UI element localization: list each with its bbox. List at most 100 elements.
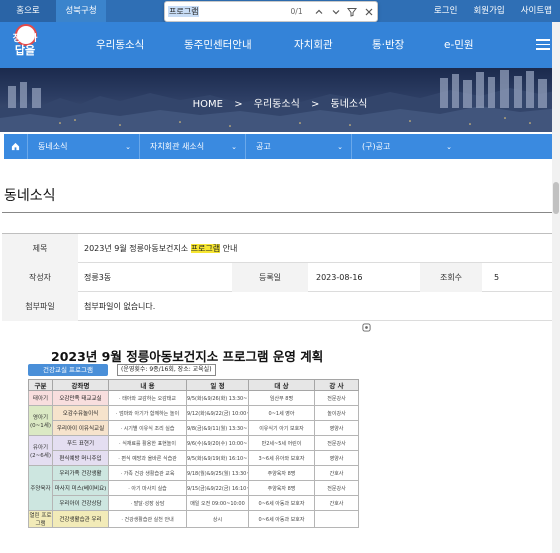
post-subject-row: 제목 2023년 9월 정릉아동보건지소 프로그램 안내 [2, 233, 556, 263]
poster-header: 대 상 [248, 379, 315, 391]
poster-header: 일 정 [186, 379, 249, 391]
subnav-select-old-notice[interactable]: (구)공고 ⌄ [352, 134, 460, 159]
subnav-select-news[interactable]: 동네소식 ⌄ [28, 134, 140, 159]
poster-target: 임산부 8명 [248, 390, 315, 406]
poster-program: 마사지 미스(베이비요) [52, 480, 109, 496]
subject-label: 제목 [2, 233, 78, 263]
page-title: 동네소식 [4, 188, 56, 204]
poster-content: · 건강생활습관 실천 안내 [108, 510, 187, 528]
program-poster-image: 2023년 9월 정릉아동보건지소 프로그램 운영 계획 건강교실 프로그램 (… [25, 340, 360, 553]
post-views: 5 [494, 272, 500, 282]
nav-item-center[interactable]: 동주민센터안내 [160, 22, 280, 68]
sitemap-link[interactable]: 사이트맵 [513, 0, 560, 22]
poster-row: 우리아이 건강상담 · 발달·성장 상담 매일 오전 09:00~10:00 0… [29, 495, 359, 511]
poster-target: 0~6세 아동과 보호자 [248, 495, 315, 511]
find-match-count: 0/1 [290, 7, 303, 16]
poster-target: 0~1세 영아 [248, 405, 315, 421]
chevron-up-icon[interactable] [311, 3, 328, 21]
date-label: 등록일 [232, 262, 308, 292]
seongbuk-gu-link[interactable]: 성북구청 [56, 0, 106, 22]
poster-group: 영아기 (0~1세) [28, 405, 53, 436]
poster-group: 태아기 [28, 390, 53, 406]
poster-group: 주양육자 [28, 465, 53, 511]
chevron-down-icon: ⌄ [231, 142, 237, 151]
views-label: 조회수 [420, 262, 482, 292]
breadcrumb-home[interactable]: HOME [193, 99, 223, 110]
scrollbar-thumb[interactable] [553, 182, 559, 214]
poster-teacher [314, 510, 359, 528]
main-nav: 우리동소식 동주민센터안내 자치회관 통·반장 e-민원 [78, 22, 510, 68]
poster-content: · 시기별 이유식 조리 실습 [108, 420, 187, 436]
poster-teacher: 전문강사 [314, 480, 359, 496]
poster-teacher: 영양사 [314, 450, 359, 466]
subnav-select-autonomy[interactable]: 자치회관 새소식 ⌄ [140, 134, 246, 159]
expand-image-icon[interactable] [362, 323, 371, 332]
find-input[interactable]: 프로그램 [168, 4, 282, 19]
poster-schedule: 9/18(월)&9/25(월) 13:30~14:30 [186, 465, 249, 481]
poster-schedule: 9/5(화)&9/19(화) 16:10~17:10 [186, 450, 249, 466]
poster-row: 편식예방 머니주입 · 편식 예방과 올바른 식습관 9/5(화)&9/19(화… [29, 450, 359, 466]
find-highlight: 프로그램 [190, 243, 221, 253]
chevron-down-icon[interactable] [327, 3, 344, 21]
home-icon[interactable] [4, 134, 28, 159]
poster-target: 이유식기 아기 보호자 [248, 420, 315, 436]
subnav-select-notice[interactable]: 공고 ⌄ [246, 134, 352, 159]
poster-schedule: 9/12(화)&9/22(금) 10:00~12:00 [186, 405, 249, 421]
poster-header: 구분 [28, 379, 53, 391]
breadcrumb-level1[interactable]: 우리동소식 [254, 99, 300, 110]
poster-schedule: 9/5(화)&9/26(화) 13:30~15:30 [186, 390, 249, 406]
poster-program: 우리아이 건강상담 [52, 495, 109, 511]
logo[interactable]: 정릉아 답을 [2, 24, 48, 68]
poster-header: 강좌명 [52, 379, 109, 391]
poster-schedule: 9/6(수)&9/20(수) 10:00~10:40 [186, 435, 249, 451]
poster-program: 오감수유놀이식 [52, 405, 109, 421]
nav-item-news[interactable]: 우리동소식 [78, 22, 160, 68]
page-scrollbar[interactable] [552, 22, 560, 553]
poster-program: 우리가족 건강생활 [52, 465, 109, 481]
poster-program: 푸드 표현기 [52, 435, 109, 451]
poster-row: 태아기 오감만족 태교교실 · 태아와 교감하는 오감태교 9/5(화)&9/2… [28, 390, 359, 406]
poster-content: · 엄마와 아기가 함께하는 놀이 [108, 405, 187, 421]
breadcrumb: HOME > 우리동소식 > 동네소식 [0, 95, 560, 110]
poster-row: 주양육자 우리가족 건강생활 · 가족 건강 생활습관 교육 9/18(월)&9… [28, 465, 359, 511]
poster-row: 영아기 (0~1세) 오감수유놀이식 · 엄마와 아기가 함께하는 놀이 9/1… [28, 405, 359, 436]
poster-target: 주양육자 8명 [248, 465, 315, 481]
poster-program: 편식예방 머니주입 [52, 450, 109, 466]
poster-content: · 편식 예방과 올바른 식습관 [108, 450, 187, 466]
attachment-value: 첨부파일이 없습니다. [84, 301, 156, 311]
poster-schedule: 9/15(금)&9/22(금) 16:10~17:10 [186, 480, 249, 496]
poster-table: 구분 강좌명 내 용 일 정 대 상 강 사 태아기 오감만족 태교교실 · 태… [28, 379, 359, 528]
sub-nav: 동네소식 ⌄ 자치회관 새소식 ⌄ 공고 ⌄ (구)공고 ⌄ [4, 134, 552, 159]
close-icon[interactable] [360, 3, 377, 21]
nav-item-autonomy[interactable]: 자치회관 [280, 22, 362, 68]
post-date: 2023-08-16 [316, 272, 363, 282]
find-in-page-bar: 프로그램 0/1 [164, 1, 378, 22]
post-meta-row: 작성자 정릉3동 등록일 2023-08-16 조회수 5 [2, 262, 556, 292]
nav-item-tongban[interactable]: 통·반장 [362, 22, 440, 68]
poster-target: 0~6세 아동과 보호자 [248, 510, 315, 528]
chevron-down-icon: ⌄ [337, 142, 343, 151]
poster-schedule: 9/8(금)&9/11(월) 13:30~14:30 [186, 420, 249, 436]
chevron-down-icon: ⌄ [446, 142, 452, 151]
login-link[interactable]: 로그인 [426, 0, 465, 22]
poster-content: · 식재료를 활용한 표현놀이 [108, 435, 187, 451]
hamburger-menu-icon[interactable] [536, 39, 550, 51]
poster-teacher: 놀이강사 [314, 405, 359, 421]
poster-content: · 아기 마사지 실습 [108, 480, 187, 496]
poster-teacher: 영양사 [314, 420, 359, 436]
join-link[interactable]: 회원가입 [465, 0, 512, 22]
poster-teacher: 전문강사 [314, 390, 359, 406]
hero-banner: HOME > 우리동소식 > 동네소식 [0, 68, 560, 132]
divider [2, 212, 556, 213]
home-link[interactable]: 홈으로 [0, 0, 56, 22]
attachment-label: 첨부파일 [2, 291, 78, 321]
poster-target: 주양육자 8명 [248, 480, 315, 496]
poster-header: 내 용 [108, 379, 187, 391]
poster-teacher: 전문강사 [314, 435, 359, 451]
post-info-table: 제목 2023년 9월 정릉아동보건지소 프로그램 안내 작성자 정릉3동 등록… [2, 233, 556, 321]
breadcrumb-level2[interactable]: 동네소식 [331, 99, 368, 110]
filter-icon[interactable] [344, 3, 361, 21]
poster-note: (운영횟수: 9종/16회, 장소: 교육실) [117, 364, 216, 376]
nav-item-eminwon[interactable]: e-민원 [440, 22, 510, 68]
poster-target: 3~6세 유아와 보호자 [248, 450, 315, 466]
